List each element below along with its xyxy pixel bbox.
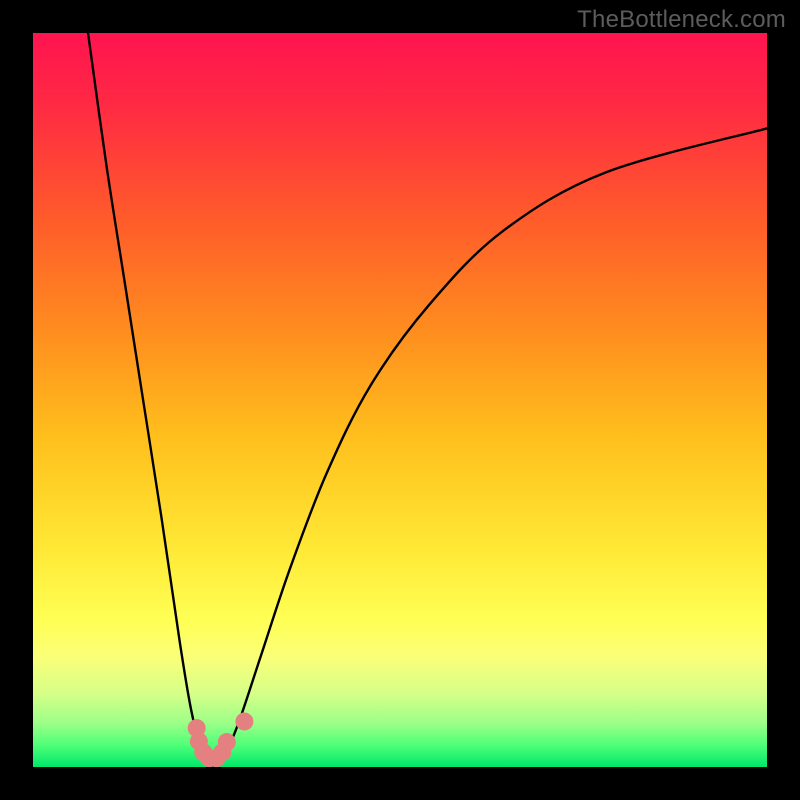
chart-curves xyxy=(33,33,767,767)
curve-left-branch xyxy=(88,33,213,766)
frame-left xyxy=(0,0,33,800)
frame-bottom xyxy=(0,767,800,800)
highlight-dot xyxy=(218,733,236,751)
plot-area xyxy=(33,33,767,767)
frame-right xyxy=(767,0,800,800)
highlight-dot xyxy=(235,712,253,730)
highlight-markers xyxy=(188,712,254,767)
watermark-text: TheBottleneck.com xyxy=(577,6,786,34)
curve-right-branch xyxy=(213,128,767,765)
